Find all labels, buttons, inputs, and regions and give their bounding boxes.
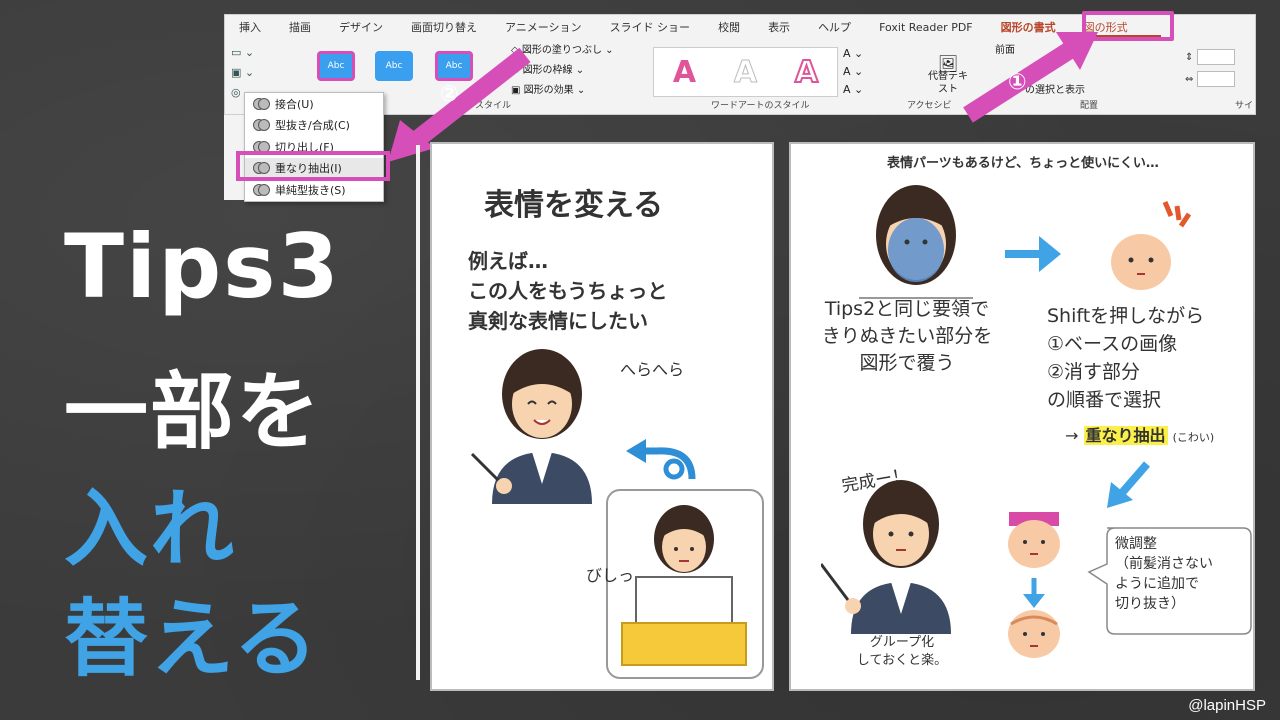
subtract-icon xyxy=(253,183,270,196)
menu-item-subtract[interactable]: 単純型抜き(S) xyxy=(245,179,383,201)
textbox-tool-icon[interactable]: ▣ ⌄ xyxy=(231,63,254,83)
panel-body: 例えば… この人をもうちょっと 真剣な表情にしたい xyxy=(468,249,668,333)
adjust-note: 微調整 （前髪消さない ように追加で 切り抜き） xyxy=(1115,536,1213,612)
author-credit: @lapinHSP xyxy=(1188,697,1266,714)
height-field-row: ⇕ xyxy=(1185,47,1235,69)
height-input[interactable] xyxy=(1196,49,1235,65)
shape-tool-icon[interactable]: ▭ ⌄ xyxy=(231,43,254,63)
result-line: → 重なり抽出 (こわい) xyxy=(1065,426,1215,445)
intersect-highlight: 重なり抽出 xyxy=(1083,426,1168,445)
tab-transitions[interactable]: 画面切り替え xyxy=(397,19,491,35)
text-outline-button[interactable]: A ⌄ xyxy=(843,63,863,81)
step2-label: ② xyxy=(440,82,459,107)
curved-arrow-icon xyxy=(626,439,696,480)
tab-draw[interactable]: 描画 xyxy=(275,19,325,35)
divider xyxy=(416,145,420,680)
wordart-sample-1[interactable]: A xyxy=(673,55,696,90)
down-left-arrow-icon xyxy=(1107,461,1151,508)
union-icon xyxy=(253,97,270,110)
top-note: 表情パーツもあるけど、ちょっと使いにくい… xyxy=(887,156,1159,171)
menu-item-combine[interactable]: 型抜き/合成(C) xyxy=(245,115,383,137)
merge-shapes-menu: 接合(U) 型抜き/合成(C) 切り出し(F) 重なり抽出(I) 単純型抜き(S… xyxy=(244,92,384,202)
combine-icon xyxy=(253,119,270,132)
masked-woman-illustration xyxy=(859,185,973,299)
finished-woman-illustration xyxy=(821,480,951,634)
title-replace-1: 入れ xyxy=(64,480,237,578)
accessibility-group-label: アクセシビ xyxy=(907,101,952,111)
menu-item-union[interactable]: 接合(U) xyxy=(245,93,383,115)
step-a-text: Tips2と同じ要領で きりぬきたい部分を 図形で覆う xyxy=(821,298,993,374)
tab-design[interactable]: デザイン xyxy=(325,19,397,35)
wordart-group-label: ワードアートのスタイル xyxy=(711,101,810,111)
group-note: グループ化 しておくと楽。 xyxy=(856,635,948,668)
title-tips: Tips3 xyxy=(64,215,341,318)
smile-note: へらへら xyxy=(620,360,685,379)
assembled-face-illustration xyxy=(1008,512,1060,658)
size-group-label: サイ xyxy=(1235,101,1254,111)
title-part: 一部を xyxy=(64,363,323,461)
title-replace-2: 替える xyxy=(64,590,320,688)
tab-animations[interactable]: アニメーション xyxy=(491,19,596,35)
text-format-buttons: A ⌄ A ⌄ A ⌄ xyxy=(843,45,863,99)
tab-review[interactable]: 校閲 xyxy=(704,19,754,35)
shape-style-1[interactable]: Abc xyxy=(317,51,355,81)
tab-insert[interactable]: 挿入 xyxy=(225,19,275,35)
tab-slideshow[interactable]: スライド ショー xyxy=(596,19,705,35)
right-arrow-icon xyxy=(1005,236,1061,272)
wordart-gallery[interactable]: A A A xyxy=(653,47,838,97)
size-group: ⇕ ⇔ xyxy=(1185,47,1235,91)
serious-woman-illustration xyxy=(621,505,747,666)
bald-face-illustration xyxy=(1111,201,1192,290)
panel-heading: 表情を変える xyxy=(484,188,664,223)
tab-view[interactable]: 表示 xyxy=(754,19,804,35)
step1-label: ① xyxy=(1008,70,1027,95)
expression-panel: 表情を変える 例えば… この人をもうちょっと 真剣な表情にしたい へらへら びし… xyxy=(430,142,774,691)
width-input[interactable] xyxy=(1196,71,1235,87)
text-fill-button[interactable]: A ⌄ xyxy=(843,45,863,63)
tab-help[interactable]: ヘルプ xyxy=(804,19,865,35)
intersect-highlight-box xyxy=(236,151,390,181)
wordart-sample-3[interactable]: A xyxy=(794,54,819,91)
howto-panel: 表情パーツもあるけど、ちょっと使いにくい… Tips2と同じ要領で きりぬきたい… xyxy=(789,142,1255,691)
text-effects-button[interactable]: A ⌄ xyxy=(843,81,863,99)
step1-arrow xyxy=(963,32,1098,123)
smiling-woman-illustration xyxy=(470,349,592,504)
serious-note: びしっ xyxy=(586,566,635,585)
step-b-text: Shiftを押しながら ①ベースの画像 ②消す部分 の順番で選択 xyxy=(1047,305,1205,411)
wordart-sample-2[interactable]: A xyxy=(733,54,757,90)
width-field-row: ⇔ xyxy=(1185,69,1235,91)
